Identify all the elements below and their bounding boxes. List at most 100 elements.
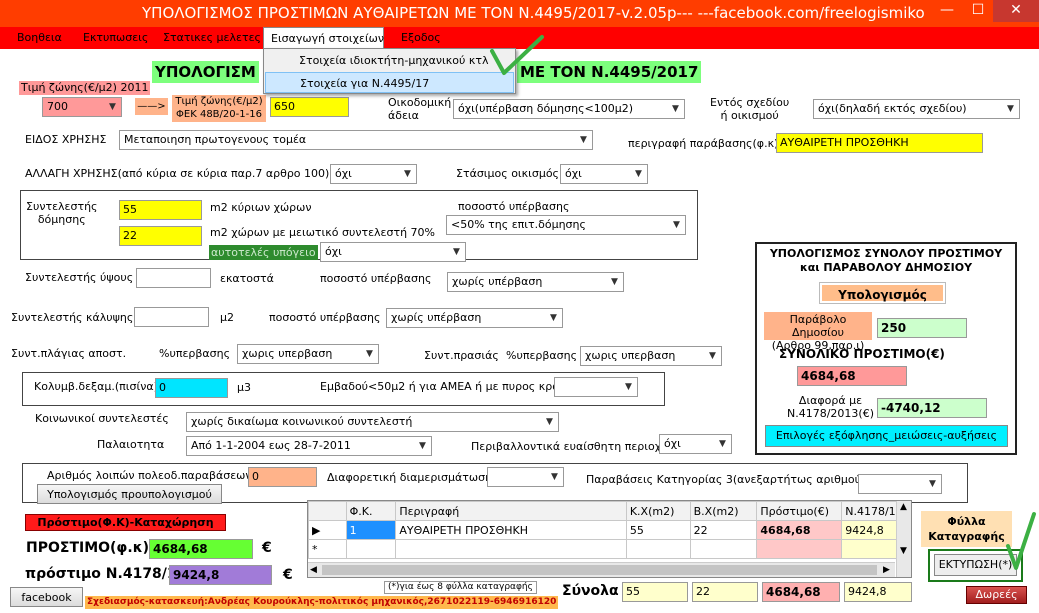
static-settlement-select[interactable]: όχι ▼ [560, 164, 648, 184]
aux-area-input[interactable]: 22 [119, 226, 202, 246]
records-grid[interactable]: Φ.Κ. Περιγραφή Κ.Χ(m2) Β.Χ(m2) Πρόστιμο(… [307, 500, 912, 578]
env-select[interactable]: όχι ▼ [659, 434, 732, 454]
pool-volume-input[interactable]: 0 [155, 378, 228, 398]
change-use-select[interactable]: όχι ▼ [330, 164, 417, 184]
table-cell[interactable] [625, 539, 691, 559]
coverage-percent-select[interactable]: χωρίς υπέρβαση ▼ [386, 308, 563, 328]
payment-options-button[interactable]: Επιλογές εξόφλησης_μειώσεις-αυξήσεις [765, 425, 1008, 447]
parabolo-input[interactable]: 250 [877, 318, 967, 338]
scroll-left-icon[interactable]: ◀ [310, 563, 317, 577]
social-coefficient-select[interactable]: χωρίς δικαίωμα κοινωνικού συντελεστή ▼ [186, 412, 559, 432]
use-type-label: ΕΙΔΟΣ ΧΡΗΣΗΣ [25, 133, 107, 146]
row-indicator[interactable]: ▶ [308, 520, 347, 540]
dropdown-owner-engineer-data[interactable]: Στοιχεία ιδιοκτήτη-μηχανικού κτλ [265, 50, 514, 71]
building-percent-label: ποσοστό υπέρβασης [458, 200, 570, 213]
coverage-percent-value: χωρίς υπέρβαση [391, 311, 482, 324]
grid-header-fk[interactable]: Φ.Κ. [345, 501, 397, 521]
scroll-thumb[interactable] [322, 565, 877, 575]
table-cell[interactable]: ΑΥΘΑΙΡΕΤΗ ΠΡΟΣΘΗΚΗ [395, 520, 627, 540]
permit-select[interactable]: όχι(υπέρβαση δόμησης<100μ2) ▼ [453, 99, 685, 119]
chevron-down-icon: ▼ [580, 135, 587, 145]
basement-select[interactable]: όχι ▼ [320, 242, 466, 262]
menu-data-entry[interactable]: Εισαγωγή στοιχείων [263, 27, 384, 49]
vertical-scrollbar[interactable]: ▲ ▼ [896, 501, 911, 577]
chevron-down-icon: ▼ [404, 169, 411, 179]
donate-button[interactable]: Δωρεές [966, 586, 1027, 604]
minimize-icon[interactable]: — [931, 0, 963, 22]
close-icon[interactable]: ✕ [993, 0, 1039, 22]
table-cell[interactable] [345, 539, 397, 559]
chevron-down-icon: ▼ [1007, 104, 1014, 114]
scroll-up-icon[interactable]: ▲ [900, 502, 907, 512]
other-violations-input[interactable]: 0 [248, 467, 317, 487]
table-row[interactable]: ▶ 1 ΑΥΘΑΙΡΕΤΗ ΠΡΟΣΘΗΚΗ 55 22 4684,68 942… [308, 520, 911, 540]
chevron-down-icon: ▼ [109, 102, 116, 112]
table-row[interactable]: * [308, 539, 911, 559]
chevron-down-icon: ▼ [550, 313, 557, 323]
menu-prints[interactable]: Εκτυπωσεις [83, 27, 148, 49]
age-value: Από 1-1-2004 εως 28-7-2011 [191, 439, 351, 452]
calculate-button[interactable]: Υπολογισμός [819, 282, 946, 304]
horizontal-scrollbar[interactable]: ◀ ▶ [308, 562, 895, 577]
front-setback-select[interactable]: χωρις υπερβαση ▼ [580, 346, 722, 366]
cat3-select[interactable]: ▼ [858, 474, 942, 494]
grid-header-fine[interactable]: Πρόστιμο(€) [756, 501, 843, 521]
side-setback-percent-label: %υπερβασης [159, 347, 231, 360]
height-percent-value: χωρίς υπέρβαση [452, 275, 543, 288]
flats-select[interactable]: ▼ [487, 467, 564, 487]
menu-static-studies[interactable]: Στατικες μελετες [163, 27, 261, 49]
check-mark-icon [490, 35, 544, 75]
use-type-select[interactable]: Μεταποιηση πρωτογενους τομέα ▼ [119, 130, 593, 150]
facebook-button[interactable]: facebook [10, 587, 83, 607]
scroll-right-icon[interactable]: ▶ [883, 563, 890, 577]
age-select[interactable]: Από 1-1-2004 εως 28-7-2011 ▼ [186, 436, 432, 456]
coverage-input[interactable] [134, 307, 209, 327]
chevron-down-icon: ▼ [719, 439, 726, 449]
zone-price-fek-label: Τιμή ζώνης(€/μ2) ΦΕΚ 48Β/20-1-16 [172, 95, 266, 122]
coverage-label: Συντελεστής κάλυψης [11, 311, 134, 324]
main-area-input[interactable]: 55 [119, 200, 202, 220]
table-cell[interactable]: 55 [625, 520, 691, 540]
grid-header-kx[interactable]: Κ.Χ(m2) [625, 501, 691, 521]
window-title: ΥΠΟΛΟΓΙΣΜΟΣ ΠΡΟΣΤΙΜΩΝ ΑΥΘΑΙΡΕΤΩΝ ΜΕ ΤΟΝ … [142, 4, 925, 22]
plan-select[interactable]: όχι(δηλαδή εκτός σχεδίου) ▼ [813, 99, 1020, 119]
record-sheets-label: Φύλλα Καταγραφής [921, 511, 1012, 547]
violation-desc-input[interactable]: ΑΥΘΑΙΡΕΤΗ ΠΡΟΣΘΗΚΗ [776, 133, 983, 153]
title-bar: ΥΠΟΛΟΓΙΣΜΟΣ ΠΡΟΣΤΙΜΩΝ ΑΥΘΑΙΡΕΤΩΝ ΜΕ ΤΟΝ … [0, 0, 1039, 27]
dropdown-law-data[interactable]: Στοιχεία για Ν.4495/17 [265, 72, 514, 93]
chevron-down-icon: ▼ [625, 382, 632, 392]
chevron-down-icon: ▼ [673, 220, 680, 230]
table-cell[interactable]: 1 [345, 520, 397, 540]
env-value: όχι [664, 437, 681, 450]
basement-value: όχι [325, 245, 342, 258]
zone-price-2011-label: Τιμή ζώνης(€/μ2) 2011 [19, 81, 151, 95]
row-indicator[interactable]: * [308, 539, 347, 559]
coverage-percent-label: ποσοστό υπέρβασης [269, 311, 381, 324]
pool-small-select[interactable]: ▼ [554, 377, 638, 397]
scroll-down-icon[interactable]: ▼ [900, 546, 907, 556]
zone-price-2011-select[interactable]: 700 ▼ [42, 97, 122, 117]
flats-label: Διαφορετική διαμερισμάτωση [327, 471, 493, 484]
table-cell[interactable] [756, 539, 843, 559]
menu-help[interactable]: Βοηθεια [17, 27, 62, 49]
side-setback-select[interactable]: χωρις υπερβαση ▼ [237, 344, 379, 364]
fine-fk-label: ΠΡΟΣΤΙΜΟ(φ.κ) [26, 540, 150, 556]
table-cell[interactable]: 4684,68 [756, 520, 843, 540]
maximize-icon[interactable]: ☐ [963, 0, 993, 22]
grid-header-bx[interactable]: Β.Χ(m2) [689, 501, 758, 521]
zone-price-fek-input[interactable]: 650 [270, 97, 349, 117]
height-input[interactable] [136, 268, 211, 288]
plan-value: όχι(δηλαδή εκτός σχεδίου) [818, 102, 967, 115]
menu-exit[interactable]: Εξοδος [401, 27, 441, 49]
table-cell[interactable]: 22 [689, 520, 758, 540]
building-percent-select[interactable]: <50% της επιτ.δόμησης ▼ [446, 215, 686, 235]
grid-header-desc[interactable]: Περιγραφή [395, 501, 627, 521]
table-cell[interactable] [395, 539, 627, 559]
budget-calc-button[interactable]: Υπολογισμός προυπολογισμού [37, 484, 222, 504]
height-percent-select[interactable]: χωρίς υπέρβαση ▼ [447, 272, 624, 292]
pool-small-label: Εμβαδού<50μ2 ή για ΑΜΕΑ ή με πυρος κρουν… [320, 380, 579, 393]
table-cell[interactable] [689, 539, 758, 559]
height-label: Συντελεστής ύψους [25, 271, 134, 284]
grid-header-select [308, 501, 347, 521]
totals-kx: 55 [622, 582, 688, 602]
